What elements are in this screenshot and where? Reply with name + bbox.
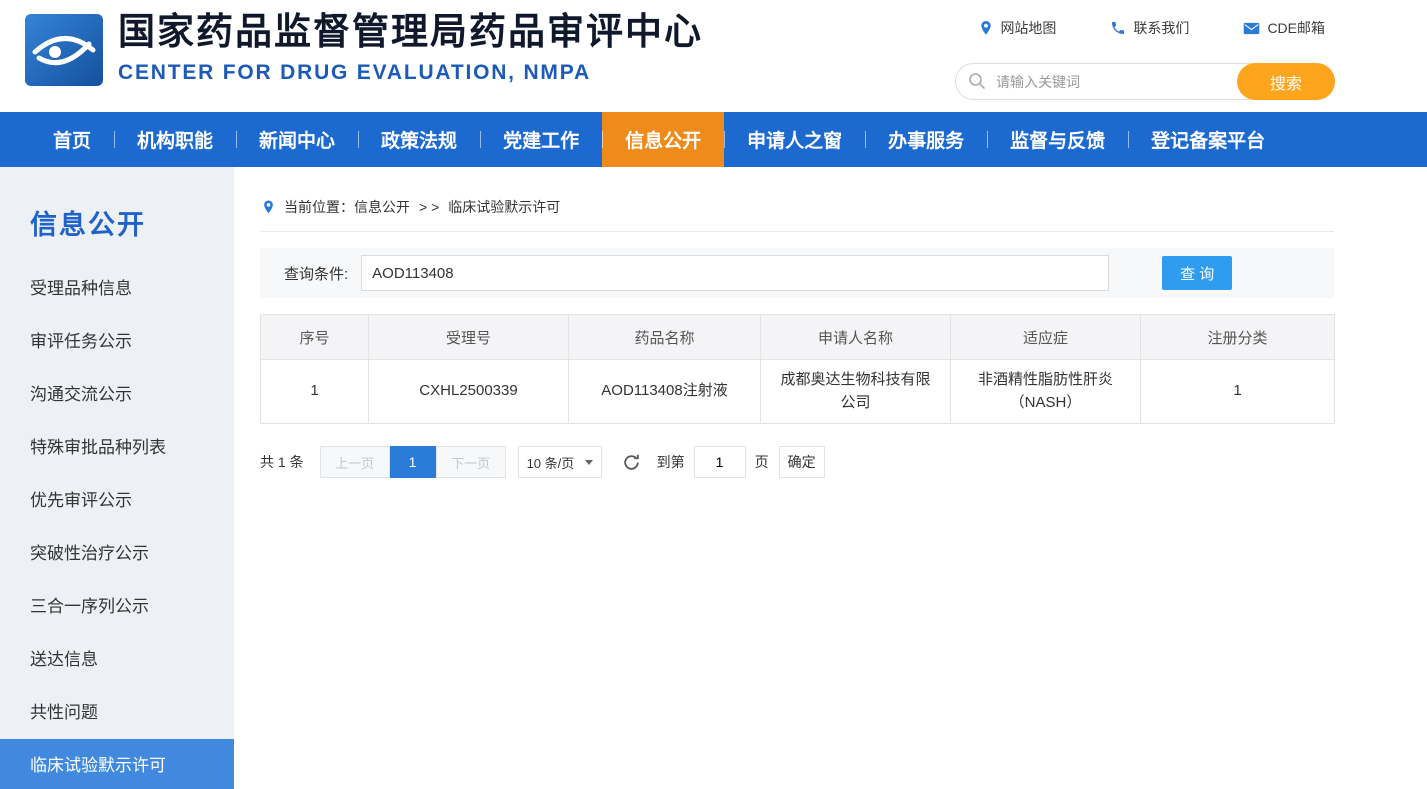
pagination-pager: 上一页 1 下一页 [320,446,506,478]
sidebar-item-review-tasks[interactable]: 审评任务公示 [0,315,234,368]
sidebar-item-special-approval[interactable]: 特殊审批品种列表 [0,421,234,474]
sidebar-item-priority-review[interactable]: 优先审评公示 [0,474,234,527]
cde-logo[interactable] [25,14,103,86]
table-header-row: 序号 受理号 药品名称 申请人名称 适应症 注册分类 [261,315,1335,360]
nav-item-home[interactable]: 首页 [30,112,114,167]
header-drug-name: 药品名称 [569,315,761,360]
phone-icon [1110,20,1126,36]
cell-registration-category: 1 [1141,360,1335,424]
sidebar-item-delivery-info[interactable]: 送达信息 [0,633,234,686]
page-number-button[interactable]: 1 [390,446,436,478]
search-icon [968,72,986,95]
contact-link[interactable]: 联系我们 [1110,18,1189,38]
site-header: 国家药品监督管理局药品审评中心 CENTER FOR DRUG EVALUATI… [0,0,1427,112]
sidebar-item-common-issues[interactable]: 共性问题 [0,686,234,739]
main-nav: 首页 机构职能 新闻中心 政策法规 党建工作 信息公开 申请人之窗 办事服务 监… [0,112,1427,167]
breadcrumb-current: 临床试验默示许可 [448,197,560,217]
sitemap-link[interactable]: 网站地图 [979,18,1056,38]
breadcrumb-location: 当前位置：信息公开 [284,197,410,217]
confirm-button[interactable]: 确定 [779,446,825,478]
location-pin-icon [262,199,275,215]
prev-page-button[interactable]: 上一页 [320,446,390,478]
sidebar: 信息公开 受理品种信息 审评任务公示 沟通交流公示 特殊审批品种列表 优先审评公… [0,167,234,789]
goto-page-unit: 页 [755,452,769,472]
main-panel: 当前位置：信息公开 > > 临床试验默示许可 查询条件: 查 询 序号 受理号 … [260,167,1334,478]
page-size-value: 10 条/页 [527,453,575,472]
breadcrumb: 当前位置：信息公开 > > 临床试验默示许可 [260,167,1334,232]
pagination: 共 1 条 上一页 1 下一页 10 条/页 到第 页 确定 [260,446,1334,478]
cell-index: 1 [261,360,369,424]
goto-page-label: 到第 [657,452,685,472]
sidebar-item-communication[interactable]: 沟通交流公示 [0,368,234,421]
envelope-icon [1243,22,1260,35]
sidebar-title: 信息公开 [30,203,234,242]
query-input[interactable] [361,255,1109,291]
search-button[interactable]: 搜索 [1237,63,1335,100]
header-applicant-name: 申请人名称 [761,315,951,360]
next-page-button[interactable]: 下一页 [436,446,506,478]
nav-item-registration-platform[interactable]: 登记备案平台 [1128,112,1288,167]
header-indication: 适应症 [951,315,1141,360]
nav-item-supervision[interactable]: 监督与反馈 [987,112,1128,167]
header-index: 序号 [261,315,369,360]
site-title: 国家药品监督管理局药品审评中心 [118,11,703,54]
site-subtitle: CENTER FOR DRUG EVALUATION, NMPA [118,61,703,85]
cell-applicant-name: 成都奥达生物科技有限公司 [761,360,951,424]
query-button[interactable]: 查 询 [1162,256,1232,290]
refresh-icon[interactable] [622,453,641,472]
chevron-down-icon [585,460,593,465]
location-pin-icon [979,20,993,36]
sidebar-item-three-in-one[interactable]: 三合一序列公示 [0,580,234,633]
header-acceptance-number: 受理号 [369,315,569,360]
cde-logo-icon [25,14,103,86]
nav-item-functions[interactable]: 机构职能 [114,112,236,167]
sitemap-link-label: 网站地图 [1000,18,1056,38]
pagination-total: 共 1 条 [260,452,304,472]
query-label: 查询条件: [284,263,348,284]
nav-item-party[interactable]: 党建工作 [480,112,602,167]
nav-item-info-disclosure[interactable]: 信息公开 [602,112,724,167]
sidebar-item-clinical-trial-implied-license[interactable]: 临床试验默示许可 [0,739,234,789]
sidebar-item-accepted-varieties[interactable]: 受理品种信息 [0,262,234,315]
nav-item-policies[interactable]: 政策法规 [358,112,480,167]
cell-drug-name: AOD113408注射液 [569,360,761,424]
table-row: 1 CXHL2500339 AOD113408注射液 成都奥达生物科技有限公司 … [261,360,1335,424]
query-bar: 查询条件: 查 询 [260,248,1334,298]
breadcrumb-separator: > > [419,199,439,215]
sidebar-item-breakthrough-therapy[interactable]: 突破性治疗公示 [0,527,234,580]
header-registration-category: 注册分类 [1141,315,1335,360]
content-area: 信息公开 受理品种信息 审评任务公示 沟通交流公示 特殊审批品种列表 优先审评公… [0,167,1427,789]
cell-indication: 非酒精性脂肪性肝炎（NASH） [951,360,1141,424]
page-size-select[interactable]: 10 条/页 [518,446,602,478]
nav-item-applicant-window[interactable]: 申请人之窗 [724,112,865,167]
results-table: 序号 受理号 药品名称 申请人名称 适应症 注册分类 1 CXHL2500339… [260,314,1335,424]
cell-acceptance-number: CXHL2500339 [369,360,569,424]
mail-link-label: CDE邮箱 [1267,18,1325,38]
contact-link-label: 联系我们 [1133,18,1189,38]
mail-link[interactable]: CDE邮箱 [1243,18,1325,38]
header-search: 搜索 [955,63,1335,100]
site-title-block: 国家药品监督管理局药品审评中心 CENTER FOR DRUG EVALUATI… [118,11,703,85]
nav-item-news[interactable]: 新闻中心 [236,112,358,167]
nav-item-services[interactable]: 办事服务 [865,112,987,167]
goto-page-input[interactable] [694,446,746,478]
header-utility-links: 网站地图 联系我们 CDE邮箱 [979,18,1325,38]
